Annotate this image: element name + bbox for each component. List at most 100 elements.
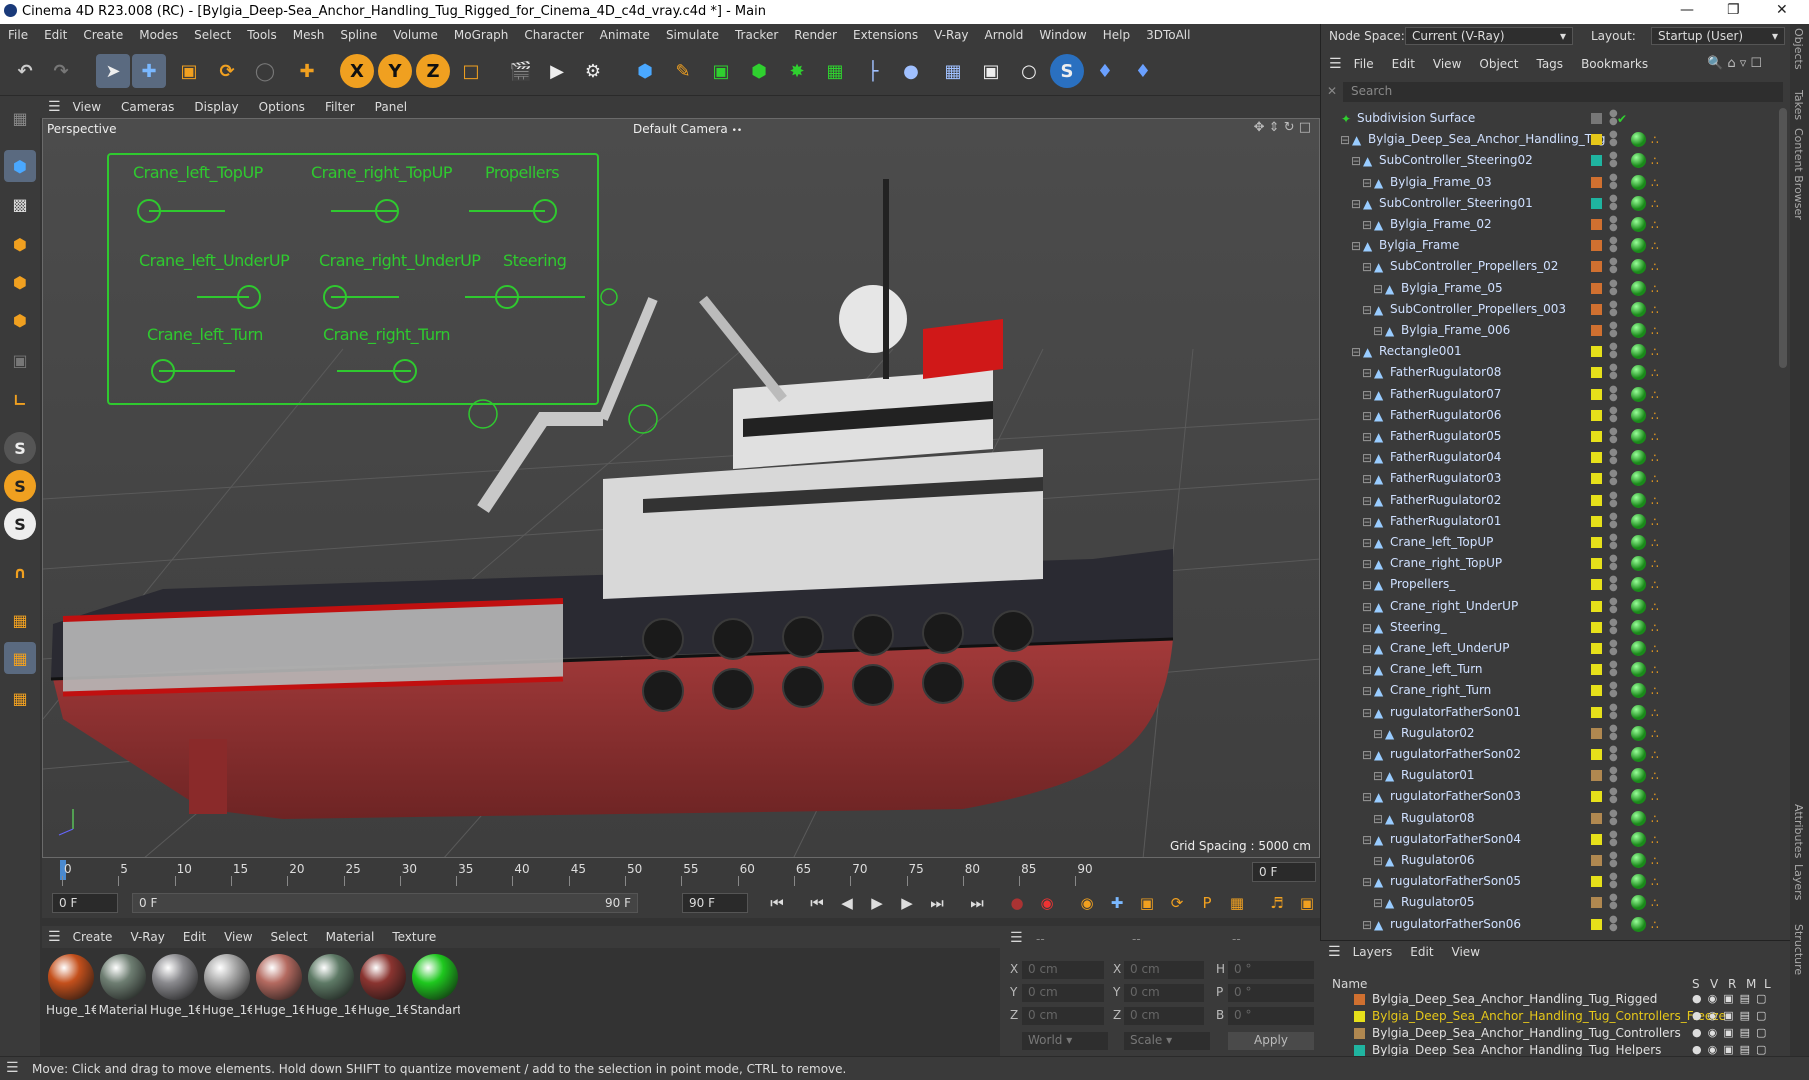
material-tag-icon[interactable] [1631, 344, 1646, 360]
extrude-icon[interactable]: ⬢ [742, 54, 776, 88]
make-editable-icon[interactable]: ▦ [4, 102, 36, 134]
xpresso-tag-icon[interactable]: ∴ [1651, 833, 1659, 847]
position-x-field[interactable]: 0 cm [1022, 961, 1104, 979]
object-row[interactable]: ⊟ ▲ Crane_left_Turn ● ● ∴ [1321, 659, 1776, 680]
visibility-dots-icon[interactable]: ● ● [1609, 236, 1618, 254]
rotate-icon[interactable]: ⟳ [210, 54, 244, 88]
material-tag-icon[interactable] [1631, 323, 1646, 338]
object-row[interactable]: ⊟ ▲ Crane_right_Turn ● ● ∴ [1321, 680, 1776, 701]
object-menu-tags[interactable]: Tags [1536, 57, 1563, 71]
object-row[interactable]: ⊟ ▲ Crane_right_UnderUP ● ● ∴ [1321, 596, 1776, 617]
layer-color-swatch[interactable] [1591, 240, 1602, 252]
object-row[interactable]: ⊟ ▲ Bylgia_Frame_006 ● ● ∴ [1321, 320, 1776, 341]
layer-name[interactable]: Bylgia_Deep_Sea_Anchor_Handling_Tug_Cont… [1372, 1026, 1681, 1040]
layer-color-swatch[interactable] [1591, 155, 1602, 167]
light-icon[interactable]: ○ [1012, 54, 1046, 88]
visibility-dots-icon[interactable]: ● ● [1609, 257, 1618, 275]
camera-icon[interactable]: ▣ [974, 54, 1008, 88]
object-row[interactable]: ⊟ ▲ rugulatorFatherSon01 ● ● ∴ [1321, 702, 1776, 723]
visibility-dots-icon[interactable]: ● ● [1609, 617, 1618, 635]
material-swatch[interactable]: Huge_1€ [202, 954, 252, 1017]
xpresso-tag-icon[interactable]: ∴ [1651, 366, 1659, 380]
material-swatch[interactable]: Huge_1€ [358, 954, 408, 1017]
visibility-dots-icon[interactable]: ● ● [1609, 872, 1618, 890]
object-name[interactable]: Crane_right_TopUP [1390, 556, 1502, 570]
object-name[interactable]: Subdivision Surface [1357, 111, 1475, 125]
layer-color-swatch[interactable] [1354, 1045, 1365, 1056]
layers-menu-edit[interactable]: Edit [1410, 945, 1433, 959]
end-frame-field[interactable]: 90 F [682, 893, 748, 913]
layer-toggle-icons[interactable]: ●◉▣▤▢ [1692, 1009, 1772, 1022]
floor-icon[interactable]: ▦ [936, 54, 970, 88]
xpresso-tag-icon[interactable]: ∴ [1651, 896, 1659, 910]
expand-toggle-icon[interactable]: ⊟ [1362, 303, 1372, 317]
expand-toggle-icon[interactable]: ⊟ [1362, 600, 1372, 614]
object-row[interactable]: ⊟ ▲ Bylgia_Frame ● ● ∴ [1321, 235, 1776, 256]
coordinate-system-icon[interactable]: □ [454, 54, 488, 88]
viewport-menu-cameras[interactable]: Cameras [121, 100, 174, 114]
visibility-dots-icon[interactable]: ● ● [1609, 321, 1618, 339]
material-tag-icon[interactable] [1631, 450, 1646, 466]
layer-name[interactable]: Bylgia_Deep_Sea_Anchor_Handling_Tug_Help… [1372, 1043, 1661, 1057]
menu-simulate[interactable]: Simulate [666, 28, 719, 42]
expand-toggle-icon[interactable]: ⊟ [1362, 578, 1372, 592]
visibility-dots-icon[interactable]: ● ● [1609, 681, 1618, 699]
menu-tracker[interactable]: Tracker [735, 28, 778, 42]
world-dropdown[interactable]: World ▾ [1022, 1032, 1108, 1050]
object-row[interactable]: ⊟ ▲ rugulatorFatherSon05 ● ● ∴ [1321, 871, 1776, 892]
size-z-field[interactable]: 0 cm [1124, 1007, 1204, 1025]
layer-color-swatch[interactable] [1591, 388, 1602, 400]
object-menu-bookmarks[interactable]: Bookmarks [1581, 57, 1648, 71]
object-name[interactable]: FatherRugulator01 [1390, 514, 1501, 528]
layer-color-swatch[interactable] [1591, 473, 1602, 485]
layer-color-swatch[interactable] [1591, 197, 1602, 209]
layer-color-swatch[interactable] [1591, 685, 1602, 697]
object-row[interactable]: ⊟ ▲ Crane_left_UnderUP ● ● ∴ [1321, 638, 1776, 659]
object-row[interactable]: ⊟ ▲ rugulatorFatherSon03 ● ● ∴ [1321, 786, 1776, 807]
object-name[interactable]: FatherRugulator05 [1390, 429, 1501, 443]
layer-color-swatch[interactable] [1591, 452, 1602, 464]
rotation-h-field[interactable]: 0 ° [1228, 961, 1314, 979]
viewport-navigation-icons[interactable]: ✥ ⇕ ↻ □ [1254, 120, 1311, 135]
material-tag-icon[interactable] [1631, 492, 1646, 508]
object-name[interactable]: SubController_Steering01 [1379, 196, 1533, 210]
object-name[interactable]: FatherRugulator08 [1390, 365, 1501, 379]
goto-start-icon[interactable]: ⏮ [764, 892, 790, 914]
visibility-dots-icon[interactable]: ● ● [1609, 660, 1618, 678]
xpresso-tag-icon[interactable]: ∴ [1651, 663, 1659, 677]
viewport-menu-filter[interactable]: Filter [325, 100, 355, 114]
xpresso-tag-icon[interactable]: ∴ [1651, 409, 1659, 423]
expand-toggle-icon[interactable]: ⊟ [1351, 197, 1361, 211]
layers-menu-layers[interactable]: Layers [1353, 945, 1393, 959]
sound-icon[interactable]: ♬ [1264, 892, 1290, 914]
material-menu-edit[interactable]: Edit [183, 930, 206, 944]
expand-toggle-icon[interactable]: ⊟ [1362, 557, 1372, 571]
material-tag-icon[interactable] [1631, 662, 1646, 678]
object-menu-edit[interactable]: Edit [1392, 57, 1415, 71]
object-name[interactable]: Rugulator01 [1401, 768, 1475, 782]
python2-icon[interactable]: ♦ [1126, 54, 1160, 88]
material-menu-create[interactable]: Create [73, 930, 113, 944]
maximize-icon[interactable]: ❐ [1727, 2, 1740, 18]
layer-color-swatch[interactable] [1591, 113, 1602, 124]
expand-toggle-icon[interactable]: ⊟ [1362, 536, 1372, 550]
visibility-dots-icon[interactable]: ● ● [1609, 342, 1618, 360]
status-hamburger-icon[interactable]: ☰ [6, 1060, 19, 1076]
minimize-icon[interactable]: — [1680, 2, 1694, 18]
start-frame-field[interactable]: 0 F [52, 893, 118, 913]
size-x-field[interactable]: 0 cm [1124, 961, 1204, 979]
material-tag-icon[interactable] [1631, 747, 1646, 762]
material-menu-v-ray[interactable]: V-Ray [130, 930, 164, 944]
layer-color-swatch[interactable] [1591, 494, 1602, 506]
expand-toggle-icon[interactable]: ⊟ [1373, 812, 1383, 826]
visibility-dots-icon[interactable]: ● ● [1609, 851, 1618, 869]
xpresso-tag-icon[interactable]: ∴ [1651, 388, 1659, 402]
xpresso-tag-icon[interactable]: ∴ [1651, 769, 1659, 783]
layer-color-swatch[interactable] [1591, 515, 1602, 527]
material-tag-icon[interactable] [1631, 429, 1646, 444]
object-name[interactable]: rugulatorFatherSon01 [1390, 705, 1521, 719]
visibility-dots-icon[interactable]: ● ● [1609, 490, 1618, 508]
object-name[interactable]: Rugulator06 [1401, 853, 1475, 867]
bend-icon[interactable]: ├ [856, 54, 890, 88]
menu-mesh[interactable]: Mesh [293, 28, 325, 42]
